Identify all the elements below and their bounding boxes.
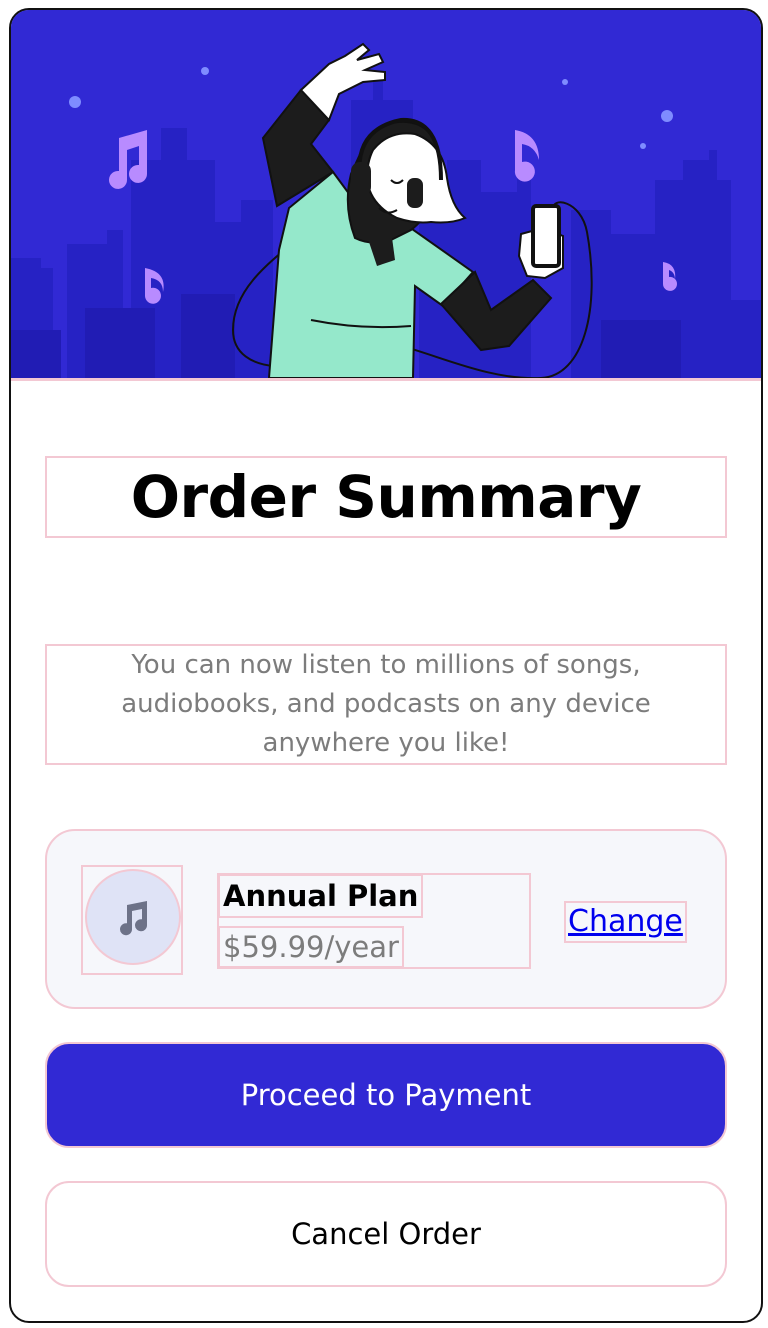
order-summary-card: Order Summary You can now listen to mill… [9,8,763,1323]
woman-listening-to-music-illustration [11,10,761,378]
cancel-order-button[interactable]: Cancel Order [45,1181,727,1287]
proceed-to-payment-button[interactable]: Proceed to Payment [45,1042,727,1148]
plan-info: Annual Plan $59.99/year [217,873,531,969]
music-note-icon [120,901,148,936]
description-text: You can now listen to millions of songs,… [121,650,651,758]
plan-icon-circle [85,869,181,965]
title-container: Order Summary [45,456,727,538]
plan-card: Annual Plan $59.99/year Change [45,829,727,1009]
change-plan-link[interactable]: Change [564,901,687,943]
plan-name: Annual Plan [218,874,424,918]
page-title: Order Summary [130,463,642,531]
hero-illustration [11,10,761,381]
plan-price: $59.99/year [218,926,404,968]
plan-icon-frame [81,865,183,975]
description-container: You can now listen to millions of songs,… [45,644,727,765]
